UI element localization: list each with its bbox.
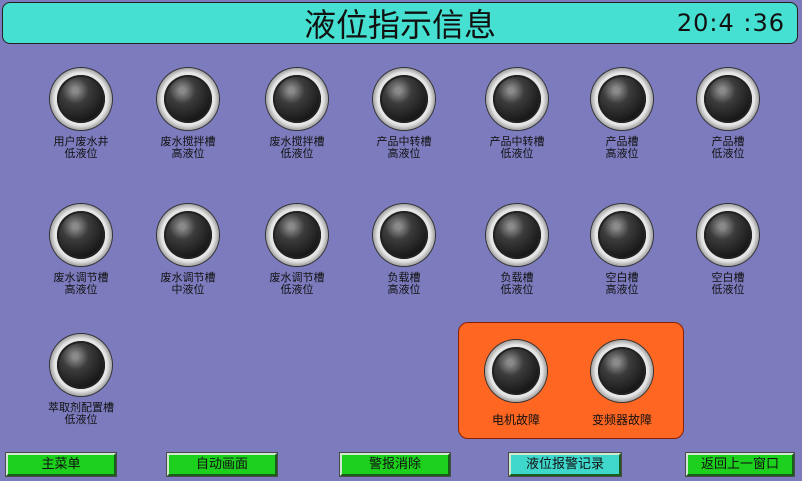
lamp-waste-adjust-tank-mid: 废水调节槽 中液位 <box>153 204 223 296</box>
lamp-label: 萃取剂配置槽 低液位 <box>48 401 114 426</box>
lamp-label: 产品中转槽 低液位 <box>489 135 545 160</box>
lamp-label: 废水调节槽 中液位 <box>160 271 216 296</box>
indicator-light-icon <box>697 68 759 130</box>
indicator-light-icon <box>591 68 653 130</box>
indicator-light-icon <box>591 204 653 266</box>
lamp-waste-mix-tank-high: 废水搅拌槽 高液位 <box>153 68 223 160</box>
lamp-label: 用户废水井 低液位 <box>53 135 109 160</box>
lamp-blank-tank-low: 空白槽 低液位 <box>693 204 763 296</box>
title-bar: 液位指示信息 20:4 :36 <box>2 2 798 44</box>
indicator-light-icon <box>373 204 435 266</box>
back-button[interactable]: 返回上一窗口 <box>685 452 795 477</box>
indicator-light-icon <box>266 68 328 130</box>
lamp-product-transfer-tank-low: 产品中转槽 低液位 <box>482 68 552 160</box>
lamp-label: 电机故障 <box>491 413 540 427</box>
main-menu-button[interactable]: 主菜单 <box>5 452 117 477</box>
indicator-light-icon <box>591 340 653 402</box>
lamp-label: 废水调节槽 低液位 <box>269 271 325 296</box>
lamp-label: 空白槽 高液位 <box>605 271 639 296</box>
lamp-label: 产品中转槽 高液位 <box>376 135 432 160</box>
indicator-light-icon <box>50 204 112 266</box>
indicator-light-icon <box>486 204 548 266</box>
auto-screen-button[interactable]: 自动画面 <box>166 452 278 477</box>
indicator-light-icon <box>157 204 219 266</box>
clock-readout: 20:4 :36 <box>676 9 785 37</box>
lamp-user-wastewater-well-low: 用户废水井 低液位 <box>46 68 116 160</box>
lamp-waste-mix-tank-low: 废水搅拌槽 低液位 <box>262 68 332 160</box>
lamp-label: 产品槽 高液位 <box>605 135 639 160</box>
indicator-light-icon <box>266 204 328 266</box>
indicator-light-icon <box>157 68 219 130</box>
lamp-product-transfer-tank-high: 产品中转槽 高液位 <box>369 68 439 160</box>
lamp-load-tank-low: 负载槽 低液位 <box>482 204 552 296</box>
lamp-label: 空白槽 低液位 <box>711 271 745 296</box>
alarm-clear-button[interactable]: 警报消除 <box>339 452 451 477</box>
lamp-load-tank-high: 负载槽 高液位 <box>369 204 439 296</box>
lamp-label: 负载槽 高液位 <box>387 271 421 296</box>
lamp-label: 废水调节槽 高液位 <box>53 271 109 296</box>
lamp-motor-fault: 电机故障 <box>481 340 551 426</box>
lamp-label: 废水搅拌槽 高液位 <box>160 135 216 160</box>
indicator-light-icon <box>50 68 112 130</box>
indicator-light-icon <box>373 68 435 130</box>
lamp-inverter-fault: 变频器故障 <box>587 340 657 426</box>
lamp-waste-adjust-tank-low: 废水调节槽 低液位 <box>262 204 332 296</box>
lamp-blank-tank-high: 空白槽 高液位 <box>587 204 657 296</box>
indicator-light-icon <box>50 334 112 396</box>
lamp-label: 变频器故障 <box>591 413 652 427</box>
lamp-product-tank-high: 产品槽 高液位 <box>587 68 657 160</box>
lamp-extractant-prep-tank-low: 萃取剂配置槽 低液位 <box>46 334 116 426</box>
lamp-label: 负载槽 低液位 <box>500 271 534 296</box>
indicator-light-icon <box>485 340 547 402</box>
indicator-light-icon <box>486 68 548 130</box>
indicator-light-icon <box>697 204 759 266</box>
lamp-product-tank-low: 产品槽 低液位 <box>693 68 763 160</box>
lamp-label: 废水搅拌槽 低液位 <box>269 135 325 160</box>
level-alarm-log-button[interactable]: 液位报警记录 <box>508 452 622 477</box>
lamp-label: 产品槽 低液位 <box>711 135 745 160</box>
lamp-waste-adjust-tank-high: 废水调节槽 高液位 <box>46 204 116 296</box>
